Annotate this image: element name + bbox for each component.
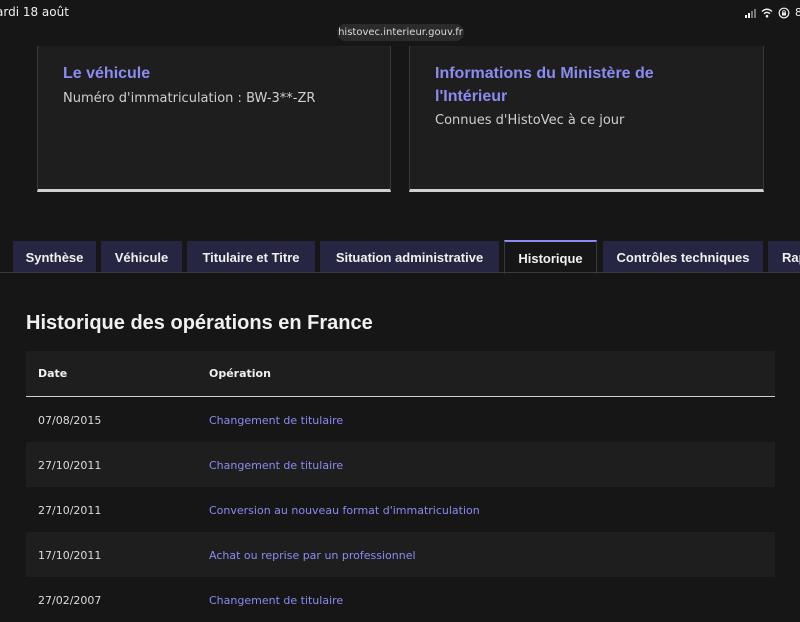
tab-historique[interactable]: Historique: [504, 240, 597, 274]
row-operation-link[interactable]: Changement de titulaire: [209, 594, 343, 607]
row-date: 17/10/2011: [38, 549, 102, 562]
ministry-card-subtitle: Connues d'HistoVec à ce jour: [435, 113, 625, 128]
orientation-lock-icon: [778, 7, 790, 18]
row-operation-link[interactable]: Conversion au nouveau format d'immatricu…: [209, 504, 480, 517]
history-table: Date Opération 07/08/2015 Changement de …: [26, 351, 775, 622]
row-date: 07/08/2015: [38, 414, 102, 427]
tab-synthese[interactable]: Synthèse: [13, 241, 96, 273]
table-row: 27/10/2011 Conversion au nouveau format …: [26, 487, 775, 532]
tab-situation-administrative[interactable]: Situation administrative: [320, 241, 499, 273]
url-text: histovec.interieur.gouv.fr: [338, 27, 463, 38]
registration-number: Numéro d'immatriculation : BW-3**-ZR: [63, 91, 316, 106]
wifi-icon: [761, 8, 773, 17]
tab-rapport[interactable]: Rap: [768, 241, 800, 273]
status-indicators: 8: [745, 6, 800, 19]
section-title: Historique des opérations en France: [26, 312, 373, 334]
tab-titulaire-et-titre[interactable]: Titulaire et Titre: [187, 241, 315, 273]
address-bar[interactable]: histovec.interieur.gouv.fr: [337, 24, 464, 41]
table-row: 07/08/2015 Changement de titulaire: [26, 397, 775, 442]
status-bar: ardi 18 août 8 histovec.interieur.gouv.f…: [0, 0, 800, 46]
table-header: Date Opération: [26, 351, 775, 397]
row-date: 27/10/2011: [38, 459, 102, 472]
vehicle-card-title: Le véhicule: [63, 65, 151, 82]
ministry-card-title: Informations du Ministère de l'Intérieur: [435, 65, 654, 105]
row-date: 27/10/2011: [38, 504, 102, 517]
row-operation-link[interactable]: Changement de titulaire: [209, 414, 343, 427]
battery-percentage: 8: [795, 6, 800, 19]
row-date: 27/02/2007: [38, 594, 102, 607]
vehicle-card: Le véhicule Numéro d'immatriculation : B…: [37, 46, 391, 192]
tab-controles-techniques[interactable]: Contrôles techniques: [603, 241, 763, 273]
column-header-date: Date: [38, 367, 68, 380]
tab-bar: Synthèse Véhicule Titulaire et Titre Sit…: [0, 240, 800, 274]
status-time: ardi 18 août: [0, 5, 69, 19]
tab-vehicule[interactable]: Véhicule: [101, 241, 182, 273]
column-header-operation: Opération: [209, 367, 271, 380]
table-row: 17/10/2011 Achat ou reprise par un profe…: [26, 532, 775, 577]
row-operation-link[interactable]: Achat ou reprise par un professionnel: [209, 549, 416, 562]
row-operation-link[interactable]: Changement de titulaire: [209, 459, 343, 472]
signal-icon: [745, 8, 756, 18]
ministry-card: Informations du Ministère de l'Intérieur…: [409, 46, 764, 192]
table-row: 27/10/2011 Changement de titulaire: [26, 442, 775, 487]
